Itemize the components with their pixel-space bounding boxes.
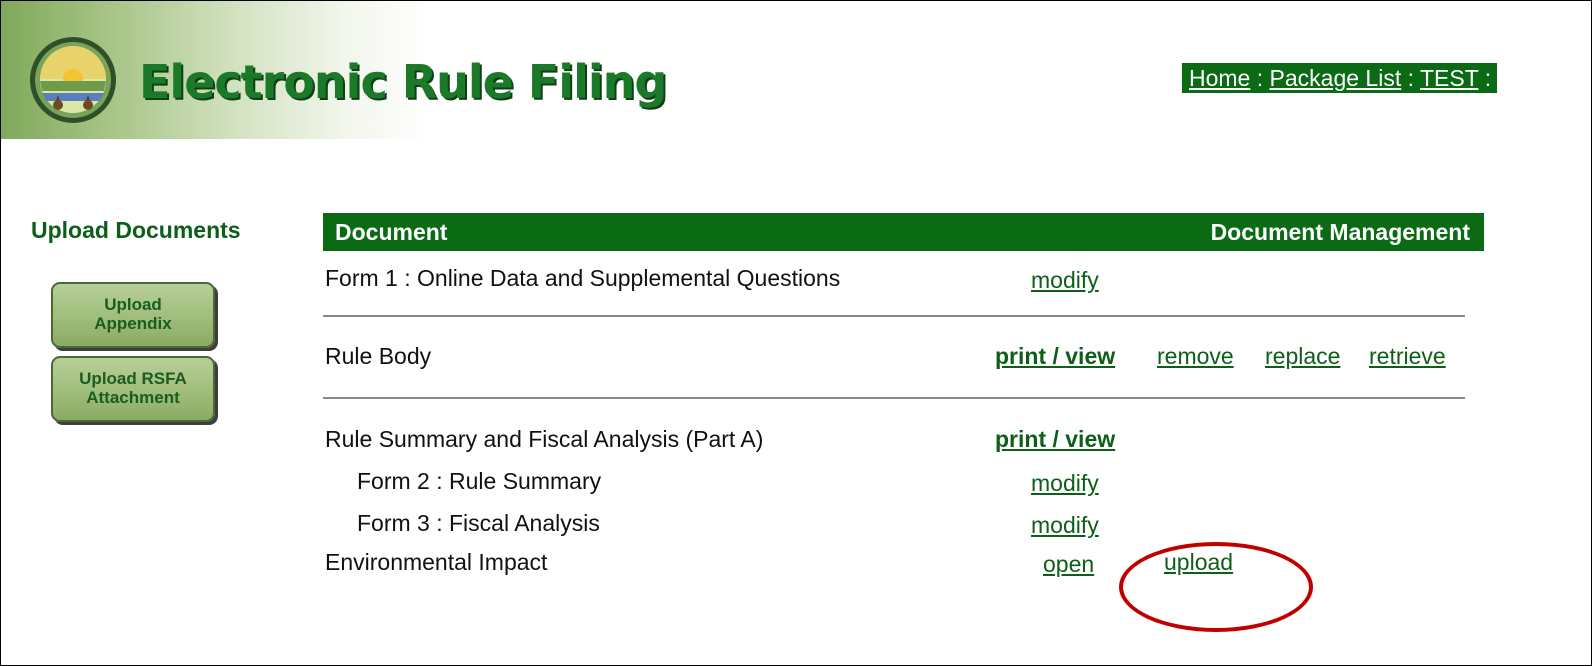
rsfa-print-view-link[interactable]: print / view xyxy=(995,426,1115,453)
breadcrumb-separator: : xyxy=(1401,65,1420,91)
breadcrumb-separator: : xyxy=(1478,65,1492,91)
row-environmental-impact-label: Environmental Impact xyxy=(325,549,548,575)
row-form2-label: Form 2 : Rule Summary xyxy=(357,468,602,494)
rule-body-retrieve-link[interactable]: retrieve xyxy=(1369,343,1446,370)
sidebar-title: Upload Documents xyxy=(31,217,241,243)
document-table-header: Document Document Management xyxy=(323,213,1484,251)
document-column-header: Document xyxy=(335,219,448,245)
row-rsfa-label: Rule Summary and Fiscal Analysis (Part A… xyxy=(325,426,764,452)
breadcrumb-separator: : xyxy=(1250,65,1270,91)
upload-rsfa-attachment-button[interactable]: Upload RSFA Attachment xyxy=(51,356,215,422)
form1-modify-link[interactable]: modify xyxy=(1031,267,1099,294)
rule-body-replace-link[interactable]: replace xyxy=(1265,343,1340,370)
upload-appendix-button-label: Upload Appendix xyxy=(94,295,172,333)
row-form1-label: Form 1 : Online Data and Supplemental Qu… xyxy=(325,265,841,291)
upload-rsfa-attachment-button-label: Upload RSFA Attachment xyxy=(79,369,187,407)
row-divider xyxy=(323,315,1465,317)
breadcrumb-home-link[interactable]: Home xyxy=(1189,65,1250,91)
highlight-ellipse xyxy=(1119,542,1313,632)
document-management-column-header: Document Management xyxy=(1210,219,1470,245)
page-frame: Electronic Rule Filing Home : Package Li… xyxy=(0,0,1592,666)
rule-body-print-view-link[interactable]: print / view xyxy=(995,343,1115,370)
upload-appendix-button[interactable]: Upload Appendix xyxy=(51,282,215,348)
row-rule-body-label: Rule Body xyxy=(325,343,432,369)
ohio-seal-logo-icon xyxy=(30,37,116,123)
breadcrumb-package-list-link[interactable]: Package List xyxy=(1270,65,1402,91)
form3-modify-link[interactable]: modify xyxy=(1031,512,1099,539)
app-title: Electronic Rule Filing xyxy=(139,55,667,109)
rule-body-remove-link[interactable]: remove xyxy=(1157,343,1234,370)
breadcrumb-current-link[interactable]: TEST xyxy=(1420,65,1478,91)
environmental-impact-open-link[interactable]: open xyxy=(1043,551,1094,578)
breadcrumb: Home : Package List : TEST : xyxy=(1182,63,1498,93)
row-form3-label: Form 3 : Fiscal Analysis xyxy=(357,510,600,536)
row-divider xyxy=(323,397,1465,399)
form2-modify-link[interactable]: modify xyxy=(1031,470,1099,497)
